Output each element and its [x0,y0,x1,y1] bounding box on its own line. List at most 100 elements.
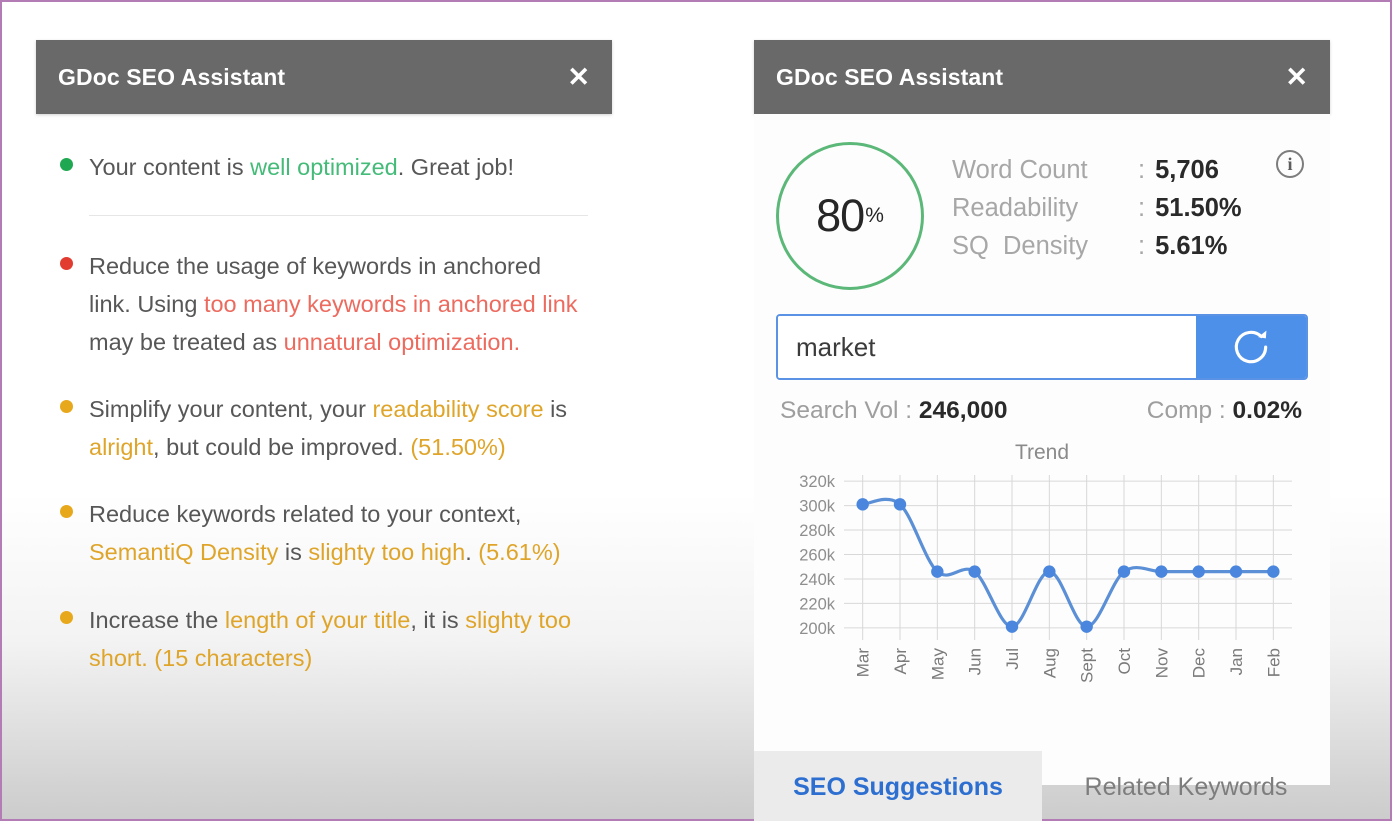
suggestion-item: Reduce keywords related to your context,… [60,495,588,571]
x-axis-tick-label: Sept [1078,648,1097,683]
suggestion-fragment: may be treated as [89,329,284,356]
x-axis-tick-label: Jun [966,648,985,675]
competition-value: 0.02% [1232,397,1302,424]
stat-label: SQ Density [952,232,1089,260]
x-axis-tick-label: Aug [1040,648,1059,678]
suggestion-fragment: SemantiQ Density [89,539,279,566]
chart-title: Trend [1014,441,1070,464]
y-axis-tick-label: 200k [799,620,836,638]
data-point-marker [1155,565,1168,578]
stat-value: 5.61% [1155,232,1228,260]
suggestion-text: Reduce the usage of keywords in anchored… [89,247,588,361]
refresh-button[interactable] [1196,316,1306,378]
data-point-marker [968,565,981,578]
suggestion-fragment: (5.61%) [478,539,561,566]
stat-colon: : [1138,232,1146,260]
competition-metric: Comp : 0.02% [1147,397,1302,425]
keyword-search-row [776,314,1308,380]
suggestion-item: Your content is well optimized. Great jo… [60,148,588,186]
suggestion-text: Reduce keywords related to your context,… [89,495,588,571]
suggestion-fragment: well optimized [250,154,398,180]
suggestion-fragment: , it is [410,606,466,633]
x-axis-tick-label: Dec [1190,648,1209,679]
suggestion-fragment: unnatural optimization [283,329,514,356]
x-axis-tick-label: Feb [1264,648,1283,677]
severity-bullet-amber [60,610,73,624]
close-icon[interactable]: ✕ [1285,63,1308,91]
suggestion-fragment: readability score [372,396,544,423]
left-panel-body: Your content is well optimized. Great jo… [36,114,612,821]
suggestion-fragment: , but could be improved. [153,434,411,461]
suggestion-text: Your content is well optimized. Great jo… [89,148,514,186]
close-icon[interactable]: ✕ [567,63,590,91]
stat-label: Readability [952,194,1079,222]
x-axis-tick-label: May [928,648,947,681]
x-axis-tick-label: Nov [1152,648,1171,679]
data-point-marker [1267,565,1280,578]
y-axis-tick-label: 320k [799,473,836,491]
y-axis-tick-label: 280k [799,522,836,540]
data-point-marker [1080,620,1093,633]
left-panel-header: GDoc SEO Assistant ✕ [36,40,612,114]
refresh-icon [1234,330,1268,364]
keyword-search-input[interactable] [778,316,1196,378]
tab-seo-suggestions[interactable]: SEO Suggestions [754,751,1042,821]
competition-label: Comp : [1146,397,1226,424]
left-panel-title: GDoc SEO Assistant [58,63,286,90]
search-volume-label: Search Vol : [780,397,913,424]
score-stats-row: 80% Word Count:5,706 Readability:51.50% SQ… [776,134,1308,290]
panel-tab-bar: SEO Suggestions Related Keywords [754,751,1330,821]
data-point-marker [1117,565,1131,578]
suggestion-fragment: too many keywords in anchored link [203,291,578,318]
x-axis-tick-label: Jan [1227,648,1246,675]
right-seo-panel: GDoc SEO Assistant ✕ 80% Word Count:5,70… [754,40,1330,821]
stat-value: 51.50% [1155,194,1242,222]
suggestion-fragment: is [278,539,309,566]
suggestion-fragment: . Great job! [397,154,514,180]
x-axis-tick-label: Jul [1003,648,1022,670]
right-panel-title: GDoc SEO Assistant [776,63,1004,90]
suggestion-fragment: Simplify your content, your [89,396,373,423]
left-seo-panel: GDoc SEO Assistant ✕ Your content is wel… [36,40,612,821]
x-axis-tick-label: Oct [1115,648,1134,675]
right-panel-body: 80% Word Count:5,706 Readability:51.50% SQ… [754,114,1330,785]
trend-chart-svg: 320k 300k 280k 260k 240k 220k 200k Mar Apr May Jun… [799,473,1292,683]
severity-bullet-red [60,257,73,271]
seo-score-ring: 80% [776,142,924,290]
x-axis-tick-label: Apr [891,648,910,675]
suggestion-item: Reduce the usage of keywords in anchored… [60,247,588,361]
suggestion-fragment: Your content is [89,154,251,180]
suggestion-fragment: is [543,396,568,423]
x-axis-tick-label: Mar [854,648,873,678]
trend-line [861,497,1275,629]
suggestion-text: Simplify your content, your readability … [89,390,588,466]
tab-related-keywords[interactable]: Related Keywords [1042,751,1330,821]
suggestion-fragment: . [513,329,521,356]
suggestion-fragment: alright [89,434,154,461]
suggestion-fragment: length of your title [224,606,411,633]
y-axis-tick-label: 240k [799,571,836,589]
seo-score-value: 80 [816,190,865,241]
info-icon[interactable]: i [1276,150,1304,178]
stat-colon: : [1138,194,1146,222]
severity-bullet-amber [60,400,73,414]
suggestion-item: Simplify your content, your readability … [60,390,588,466]
data-point-marker [893,498,907,511]
right-panel-header: GDoc SEO Assistant ✕ [754,40,1330,114]
data-point-marker [1192,565,1205,578]
stat-row: SQ Density:5.61% [952,232,1276,261]
suggestion-fragment: slighty too high [308,539,466,566]
severity-bullet-amber [60,505,73,519]
stat-row: Readability:51.50% [952,194,1276,223]
suggestion-fragment: Increase the [89,606,225,633]
suggestion-text: Increase the length of your title, it is… [89,601,588,677]
y-axis-tick-label: 220k [799,595,836,613]
data-point-marker [1005,620,1019,633]
severity-bullet-green [60,158,73,171]
data-point-marker [1229,565,1243,578]
suggestion-fragment: (51.50%) [410,434,506,461]
search-volume-metric: Search Vol : 246,000 [780,397,1007,425]
y-axis-tick-label: 300k [799,498,836,516]
stat-label: Word Count [952,156,1088,184]
data-point-marker [931,565,944,578]
